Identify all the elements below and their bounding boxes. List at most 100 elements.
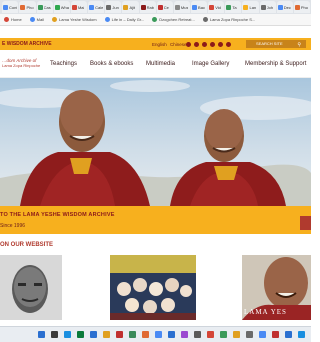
nav-membership-support[interactable]: Membership & Support <box>245 61 306 67</box>
mail-icon[interactable] <box>226 41 231 47</box>
taskbar-app-icon[interactable] <box>38 331 45 338</box>
tab-favicon-icon <box>37 4 43 10</box>
browser-tab[interactable]: Lan <box>242 1 259 13</box>
thumbnail-portrait[interactable] <box>0 255 62 320</box>
bookmark-favicon-icon <box>52 17 58 22</box>
bookmark-item[interactable]: Mail <box>29 17 44 22</box>
tab-favicon-icon <box>140 4 146 10</box>
nav-multimedia[interactable]: Multimedia <box>146 61 175 67</box>
language-english[interactable]: English <box>152 42 167 47</box>
bookmark-item[interactable]: Home <box>4 17 22 22</box>
taskbar-app-icon[interactable] <box>51 331 58 338</box>
site-logo[interactable]: …dom Archive of Lama Zopa Rinpoche <box>2 58 40 68</box>
bookmark-label: Dzogchen Retreat... <box>159 17 195 22</box>
tab-favicon-icon <box>209 4 215 10</box>
site-title[interactable]: E WISDOM ARCHIVE <box>0 41 52 47</box>
language-other[interactable]: Chinese <box>170 42 187 47</box>
bookmark-item[interactable]: Life in – Daily Gr... <box>104 17 144 22</box>
youtube-icon[interactable] <box>210 41 215 47</box>
banner-heading: TO THE LAMA YESHE WISDOM ARCHIVE <box>0 212 115 218</box>
taskbar-app-icon[interactable] <box>168 331 175 338</box>
browser-tab[interactable]: Wha <box>53 1 70 13</box>
browser-tab[interactable]: Mai <box>70 1 88 13</box>
taskbar-app-icon[interactable] <box>116 331 123 338</box>
search-placeholder: SEARCH SITE <box>256 41 283 46</box>
taskbar-app-icon[interactable] <box>155 331 162 338</box>
browser-tab[interactable]: Vid <box>208 1 225 13</box>
tab-favicon-icon <box>226 4 232 10</box>
taskbar-app-icon[interactable] <box>142 331 149 338</box>
thumbnail-lama-yeshe[interactable]: LAMA YES <box>242 255 311 320</box>
tab-label: Pho <box>300 4 309 10</box>
bookmark-item[interactable]: Lama Yeshe Wisdom <box>52 17 97 22</box>
browser-tab[interactable]: Pho <box>19 1 36 13</box>
browser-tab[interactable]: Ajit <box>122 1 139 13</box>
taskbar-app-icon[interactable] <box>246 331 253 338</box>
taskbar-app-icon[interactable] <box>233 331 240 338</box>
bookmarks-bar: Home Mail Lama Yeshe Wisdom Life in – Daily… <box>0 14 311 26</box>
browser-tab[interactable]: Bac <box>191 1 208 13</box>
tab-label: Rab <box>146 4 154 10</box>
browser-tab[interactable]: Mus <box>173 1 191 13</box>
browser-tab[interactable]: Cale <box>88 1 105 13</box>
browser-tab[interactable]: Pho <box>293 1 311 13</box>
tab-favicon-icon <box>3 4 8 10</box>
tab-favicon-icon <box>20 4 26 10</box>
nav-books-ebooks[interactable]: Books & ebooks <box>90 61 133 67</box>
nav-image-gallery[interactable]: Image Gallery <box>192 61 229 67</box>
browser-tab[interactable]: Conf <box>2 1 19 13</box>
taskbar-app-icon[interactable] <box>77 331 84 338</box>
thumbnail-gallery[interactable] <box>110 255 196 320</box>
tab-label: Ta <box>232 4 237 10</box>
bookmark-label: Home <box>11 17 22 22</box>
site-header: …dom Archive of Lama Zopa Rinpoche Teach… <box>0 50 311 78</box>
browser-tab[interactable]: Joh <box>259 1 276 13</box>
thumbnail-caption: LAMA YES <box>244 308 287 316</box>
taskbar-app-icon[interactable] <box>181 331 188 338</box>
search-icon[interactable]: ⚲ <box>297 41 301 49</box>
taskbar-app-icon[interactable] <box>285 331 292 338</box>
taskbar-app-icon[interactable] <box>259 331 266 338</box>
taskbar-app-icon[interactable] <box>129 331 136 338</box>
browser-tab[interactable]: Rab <box>139 1 156 13</box>
tab-label: Pho <box>26 4 34 10</box>
site-top-bar: E WISDOM ARCHIVE English Chinese SEARCH … <box>0 38 311 50</box>
search-input[interactable]: SEARCH SITE ⚲ <box>246 40 306 48</box>
banner-arrow-button[interactable] <box>300 216 311 230</box>
podcast-icon[interactable] <box>218 41 223 47</box>
bookmark-favicon-icon <box>202 17 208 22</box>
tab-favicon-icon <box>243 4 249 10</box>
bookmark-item[interactable]: Lama Zopa Rinpoche S... <box>202 17 255 22</box>
tab-label: Vid <box>215 4 221 10</box>
browser-tab[interactable]: Jun <box>105 1 122 13</box>
tab-favicon-icon <box>294 4 300 10</box>
browser-tab[interactable]: Ce <box>156 1 173 13</box>
tab-label: Cas <box>43 4 51 10</box>
browser-tab[interactable]: Ta <box>225 1 242 13</box>
browser-tab[interactable]: Cas <box>36 1 53 13</box>
browser-tab[interactable]: Dec <box>276 1 293 13</box>
instagram-icon[interactable] <box>202 41 207 47</box>
tab-favicon-icon <box>192 4 198 10</box>
nav-teachings[interactable]: Teachings <box>50 61 77 67</box>
facebook-icon[interactable] <box>186 41 191 47</box>
taskbar-app-icon[interactable] <box>207 331 214 338</box>
hero-photo <box>0 78 311 206</box>
tab-favicon-icon <box>277 4 283 10</box>
taskbar-app-icon[interactable] <box>220 331 227 338</box>
taskbar-app-icon[interactable] <box>194 331 201 338</box>
taskbar-app-icon[interactable] <box>90 331 97 338</box>
tab-favicon-icon <box>89 4 95 10</box>
banner-subheading: Since 1996 <box>0 223 26 229</box>
taskbar-app-icon[interactable] <box>64 331 71 338</box>
tab-favicon-icon <box>174 4 180 10</box>
bookmark-item[interactable]: Dzogchen Retreat... <box>152 17 195 22</box>
bookmark-favicon-icon <box>29 17 35 22</box>
taskbar-app-icon[interactable] <box>103 331 110 338</box>
tab-favicon-icon <box>106 4 112 10</box>
os-taskbar <box>0 326 311 342</box>
bookmark-favicon-icon <box>152 17 158 22</box>
taskbar-app-icon[interactable] <box>298 331 305 338</box>
taskbar-app-icon[interactable] <box>272 331 279 338</box>
twitter-icon[interactable] <box>194 41 199 47</box>
